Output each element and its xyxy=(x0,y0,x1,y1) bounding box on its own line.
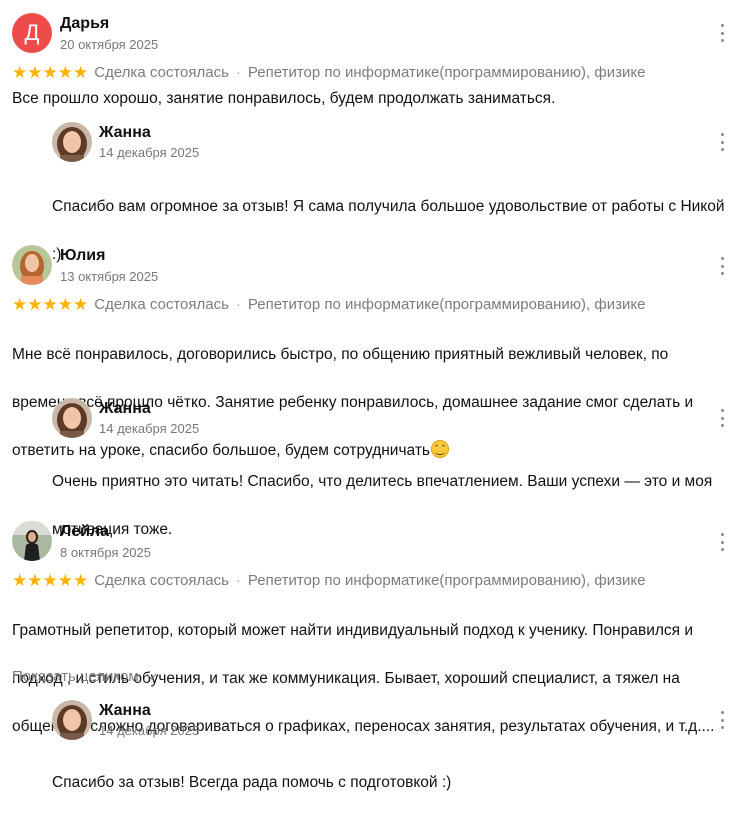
review-date: 20 октября 2025 xyxy=(60,37,159,52)
star-icon: ★ xyxy=(27,62,43,82)
show-full-label[interactable]: Показать целиком xyxy=(12,668,139,685)
more-options-icon[interactable] xyxy=(715,409,729,427)
reply-date: 14 декабря 2025 xyxy=(99,723,200,738)
star-icon: ★ xyxy=(27,294,43,314)
reply-text-line: Спасибо вам огромное за отзыв! Я сама по… xyxy=(52,198,725,215)
star-icon: ★ xyxy=(42,62,58,82)
more-options-icon[interactable] xyxy=(715,257,729,275)
chevron-down-icon xyxy=(146,669,157,680)
deal-status: Сделка состоялась xyxy=(94,571,229,589)
service-category: Репетитор по информатике(программировани… xyxy=(247,63,646,81)
review-text: Все прошло хорошо, занятие понравилось, … xyxy=(12,90,556,107)
meta-separator: · xyxy=(235,63,241,81)
star-icon: ★ xyxy=(73,62,89,82)
star-icon: ★ xyxy=(12,62,28,82)
rating-stars: ★ ★ ★ ★ ★ xyxy=(12,572,88,589)
reply-text-line: Спасибо за отзыв! Всегда рада помочь с п… xyxy=(52,774,452,791)
service-category: Репетитор по информатике(программировани… xyxy=(247,295,646,313)
reply-author-name[interactable]: Жанна xyxy=(99,400,151,418)
reply-author-name[interactable]: Жанна xyxy=(99,124,151,142)
star-icon: ★ xyxy=(57,294,73,314)
reply-text: Спасибо за отзыв! Всегда рада помочь с п… xyxy=(52,747,451,819)
service-category: Репетитор по информатике(программировани… xyxy=(247,571,646,589)
avatar[interactable] xyxy=(52,122,92,162)
meta-separator: · xyxy=(235,571,241,589)
review-meta: ★ ★ ★ ★ ★ Сделка состоялась · Репетитор по и… xyxy=(12,294,645,314)
review-text-line: Грамотный репетитор, который может найти… xyxy=(12,622,694,639)
reply-text-line: :) xyxy=(52,246,62,263)
reply-author-name[interactable]: Жанна xyxy=(99,702,151,720)
show-full-link[interactable]: Показать целиком xyxy=(12,668,157,685)
review-meta: ★ ★ ★ ★ ★ Сделка состоялась · Репетитор по и… xyxy=(12,62,645,82)
rating-stars: ★ ★ ★ ★ ★ xyxy=(12,296,88,313)
reviewer-name[interactable]: Лейла xyxy=(60,523,109,541)
star-icon: ★ xyxy=(57,570,73,590)
star-icon: ★ xyxy=(73,294,89,314)
review-meta: ★ ★ ★ ★ ★ Сделка состоялась · Репетитор по и… xyxy=(12,570,645,590)
avatar[interactable] xyxy=(52,700,92,740)
review-date: 8 октября 2025 xyxy=(60,545,151,560)
deal-status: Сделка состоялась xyxy=(94,295,229,313)
star-icon: ★ xyxy=(57,62,73,82)
more-options-icon[interactable] xyxy=(715,133,729,151)
more-options-icon[interactable] xyxy=(715,533,729,551)
review-date: 13 октября 2025 xyxy=(60,269,159,284)
reviewer-name[interactable]: Дарья xyxy=(60,15,109,33)
reply-date: 14 декабря 2025 xyxy=(99,421,200,436)
reviewer-name[interactable]: Юлия xyxy=(60,247,105,265)
avatar[interactable] xyxy=(52,398,92,438)
deal-status: Сделка состоялась xyxy=(94,63,229,81)
avatar[interactable] xyxy=(12,245,52,285)
avatar[interactable]: Д xyxy=(12,13,52,53)
reply-text-line: Очень приятно это читать! Спасибо, что д… xyxy=(52,473,713,490)
review-text-line: Мне всё понравилось, договорились быстро… xyxy=(12,346,669,363)
rating-stars: ★ ★ ★ ★ ★ xyxy=(12,64,88,81)
star-icon: ★ xyxy=(12,570,28,590)
star-icon: ★ xyxy=(42,294,58,314)
reply-text: Очень приятно это читать! Спасибо, что д… xyxy=(52,446,712,566)
star-icon: ★ xyxy=(27,570,43,590)
star-icon: ★ xyxy=(73,570,89,590)
reply-date: 14 декабря 2025 xyxy=(99,145,200,160)
star-icon: ★ xyxy=(42,570,58,590)
more-options-icon[interactable] xyxy=(715,24,729,42)
meta-separator: · xyxy=(235,295,241,313)
reply-text-line: мотивация тоже. xyxy=(52,521,173,538)
avatar[interactable] xyxy=(12,521,52,561)
star-icon: ★ xyxy=(12,294,28,314)
more-options-icon[interactable] xyxy=(715,711,729,729)
